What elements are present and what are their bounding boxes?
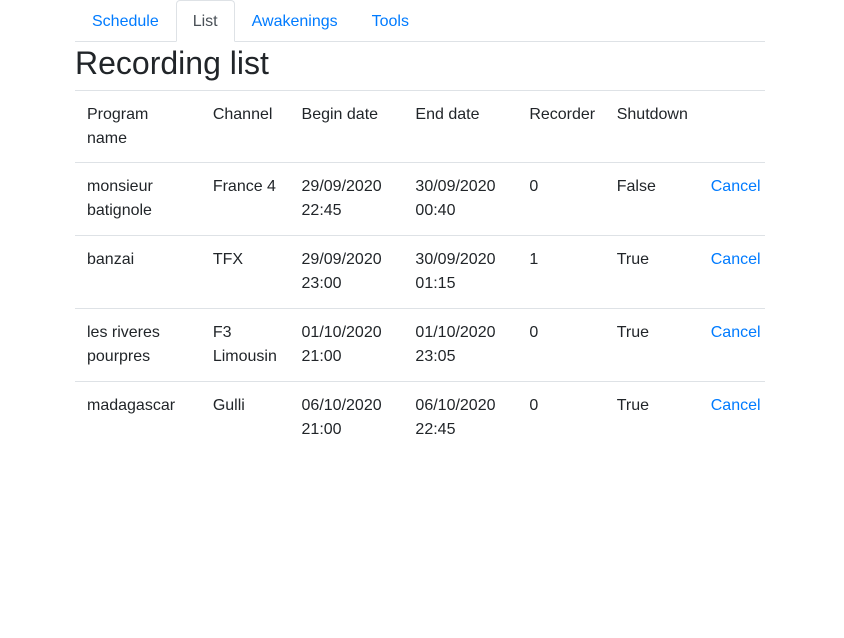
cell-action: Cancel [698, 381, 765, 454]
cancel-link[interactable]: Cancel [711, 324, 761, 341]
cell-program: madagascar [75, 381, 201, 454]
header-channel: Channel [200, 90, 290, 163]
cell-begin-date: 06/10/2020 21:00 [289, 381, 404, 454]
cell-recorder: 1 [517, 235, 605, 309]
header-recorder: Recorder [517, 90, 605, 163]
table-body: monsieur batignole France 4 29/09/2020 2… [75, 163, 765, 454]
cell-recorder: 0 [517, 381, 605, 454]
table-header-row: Program name Channel Begin date End date… [75, 90, 765, 163]
cell-channel: F3 Limousin [200, 308, 290, 382]
cell-end-date: 30/09/2020 00:40 [415, 178, 496, 219]
cell-action: Cancel [699, 163, 765, 236]
nav-tabs: Schedule List Awakenings Tools [75, 0, 765, 42]
cell-shutdown: False [616, 178, 656, 195]
cancel-link[interactable]: Cancel [711, 251, 761, 268]
cell-channel: TFX [200, 235, 290, 309]
tab-list[interactable]: List [175, 0, 235, 42]
header-program-name: Program name [75, 90, 201, 163]
cell-begin-date: 29/09/2020 22:45 [301, 178, 382, 219]
cell-begin-date: 01/10/2020 21:00 [289, 308, 404, 382]
cancel-link[interactable]: Cancel [711, 397, 761, 414]
table-row: banzai TFX 29/09/2020 23:00 30/09/2020 0… [75, 235, 765, 309]
cell-end-date: 01/10/2020 23:05 [403, 308, 518, 382]
cell-begin-date: 29/09/2020 23:00 [289, 235, 404, 309]
cell-program: monsieur batignole [87, 178, 153, 219]
cell-channel: France 4 [212, 178, 276, 195]
cell-recorder: 0 [529, 178, 539, 195]
cell-shutdown: True [604, 381, 699, 454]
cell-shutdown: True [604, 235, 699, 309]
cell-end-date: 06/10/2020 22:45 [403, 381, 518, 454]
header-action [698, 90, 765, 163]
tab-tools[interactable]: Tools [355, 0, 426, 42]
table-header: Program name Channel Begin date End date… [75, 90, 765, 163]
header-begin-date: Begin date [289, 90, 404, 163]
cell-end-date: 30/09/2020 01:15 [403, 235, 518, 309]
cancel-link[interactable]: Cancel [711, 178, 761, 195]
header-end-date: End date [403, 90, 518, 163]
cell-recorder: 0 [517, 308, 605, 382]
cell-program: les riveres pourpres [75, 308, 201, 382]
table-row: les riveres pourpres F3 Limousin 01/10/2… [75, 308, 765, 382]
page-container: Schedule List Awakenings Tools Recording… [75, 0, 765, 454]
tab-awakenings[interactable]: Awakenings [235, 0, 355, 42]
page-title: Recording list [75, 45, 269, 81]
table-row: monsieur batignole France 4 29/09/2020 2… [75, 163, 765, 236]
cell-shutdown: True [604, 308, 699, 382]
tab-schedule[interactable]: Schedule [75, 0, 176, 42]
cell-channel: Gulli [200, 381, 290, 454]
header-shutdown: Shutdown [604, 90, 699, 163]
recording-table: Program name Channel Begin date End date… [75, 90, 765, 454]
cell-program: banzai [75, 235, 201, 309]
table-row: madagascar Gulli 06/10/2020 21:00 06/10/… [75, 381, 765, 454]
cell-action: Cancel [698, 235, 765, 309]
cell-action: Cancel [698, 308, 765, 382]
